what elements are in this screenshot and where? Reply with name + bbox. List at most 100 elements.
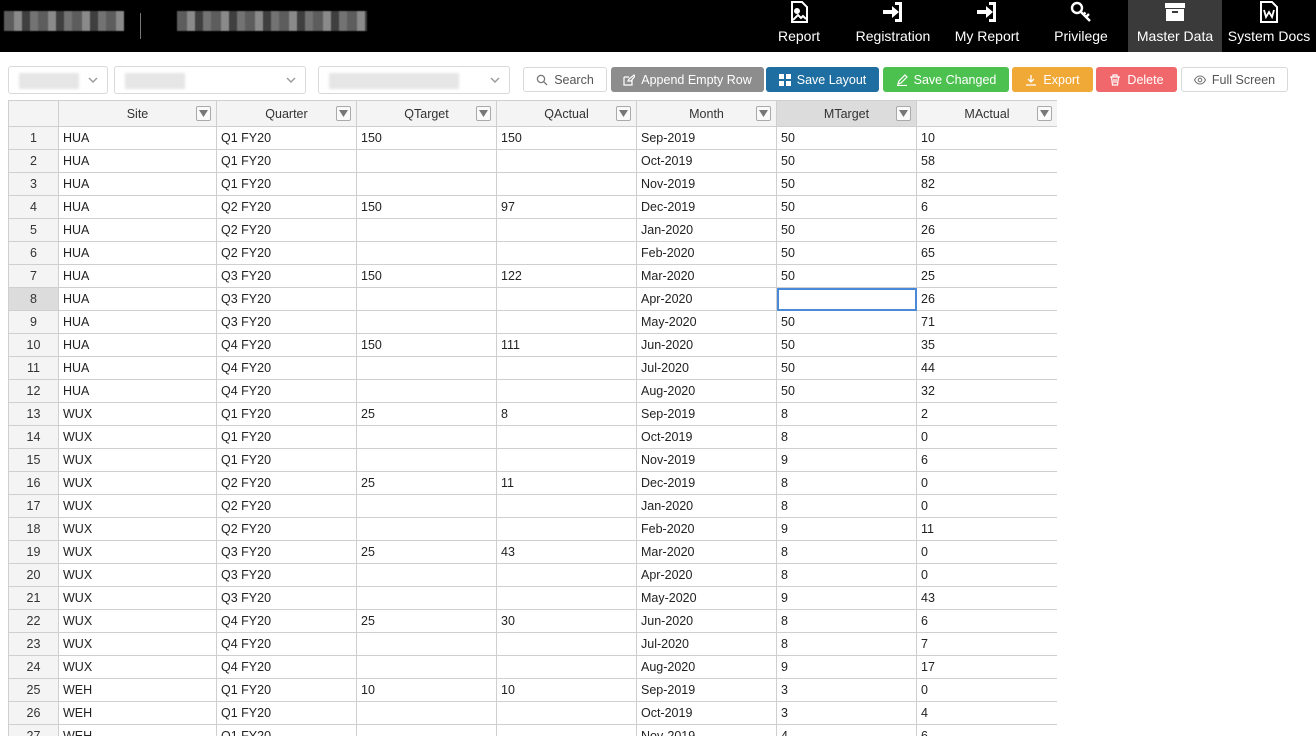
save-changed-button[interactable]: Save Changed [883, 67, 1009, 92]
row-number[interactable]: 7 [8, 264, 59, 288]
row-number[interactable]: 17 [8, 494, 59, 518]
cell-site[interactable]: HUA [58, 264, 217, 288]
cell-quarter[interactable]: Q3 FY20 [216, 586, 357, 610]
cell-quarter[interactable]: Q1 FY20 [216, 172, 357, 196]
table-row[interactable]: 24 WUX Q4 FY20 Aug-2020 9 17 [8, 655, 1057, 679]
cell-site[interactable]: HUA [58, 241, 217, 265]
cell-qtarget[interactable] [356, 586, 497, 610]
cell-month[interactable]: Jun-2020 [636, 333, 777, 357]
cell-month[interactable]: Apr-2020 [636, 563, 777, 587]
column-header-mtarget[interactable]: MTarget [776, 100, 917, 127]
cell-qactual[interactable]: 150 [496, 126, 637, 150]
cell-mtarget[interactable]: 9 [776, 655, 917, 679]
cell-mtarget[interactable]: 50 [776, 310, 917, 334]
filter-select-3[interactable] [318, 66, 510, 94]
cell-mtarget[interactable]: 8 [776, 471, 917, 495]
data-grid[interactable]: Site Quarter QTarget QActual Month MTarget MAc… [8, 100, 1057, 736]
column-header-month[interactable]: Month [636, 100, 777, 127]
cell-mtarget[interactable]: 8 [776, 540, 917, 564]
cell-qtarget[interactable] [356, 356, 497, 380]
nav-report[interactable]: Report [752, 0, 846, 52]
cell-qactual[interactable] [496, 632, 637, 656]
nav-master-data[interactable]: Master Data [1128, 0, 1222, 52]
cell-site[interactable]: WUX [58, 402, 217, 426]
cell-qactual[interactable] [496, 494, 637, 518]
cell-site[interactable]: WUX [58, 655, 217, 679]
cell-qactual[interactable] [496, 172, 637, 196]
cell-qactual[interactable] [496, 563, 637, 587]
cell-site[interactable]: WUX [58, 517, 217, 541]
cell-mtarget[interactable]: 8 [776, 563, 917, 587]
cell-site[interactable]: HUA [58, 218, 217, 242]
cell-mactual[interactable]: 32 [916, 379, 1057, 403]
cell-quarter[interactable]: Q2 FY20 [216, 517, 357, 541]
cell-quarter[interactable]: Q3 FY20 [216, 264, 357, 288]
cell-qtarget[interactable] [356, 287, 497, 311]
cell-qtarget[interactable]: 25 [356, 540, 497, 564]
cell-mactual[interactable]: 11 [916, 517, 1057, 541]
cell-mactual[interactable]: 35 [916, 333, 1057, 357]
cell-qtarget[interactable] [356, 448, 497, 472]
cell-qactual[interactable] [496, 425, 637, 449]
cell-qtarget[interactable]: 25 [356, 609, 497, 633]
table-row[interactable]: 4 HUA Q2 FY20 150 97 Dec-2019 50 6 [8, 195, 1057, 219]
cell-quarter[interactable]: Q3 FY20 [216, 540, 357, 564]
cell-site[interactable]: HUA [58, 149, 217, 173]
cell-site[interactable]: WUX [58, 425, 217, 449]
cell-site[interactable]: HUA [58, 287, 217, 311]
table-row[interactable]: 27 WEH Q1 FY20 Nov-2019 4 6 [8, 724, 1057, 736]
cell-qtarget[interactable] [356, 517, 497, 541]
cell-mactual[interactable]: 4 [916, 701, 1057, 725]
cell-mactual[interactable]: 0 [916, 494, 1057, 518]
cell-qactual[interactable] [496, 379, 637, 403]
cell-mactual[interactable]: 82 [916, 172, 1057, 196]
cell-mtarget[interactable]: 3 [776, 678, 917, 702]
cell-site[interactable]: HUA [58, 379, 217, 403]
cell-qtarget[interactable] [356, 310, 497, 334]
column-filter-button[interactable] [756, 106, 771, 121]
cell-quarter[interactable]: Q3 FY20 [216, 287, 357, 311]
cell-month[interactable]: Jan-2020 [636, 494, 777, 518]
cell-mtarget[interactable]: 3 [776, 701, 917, 725]
cell-qactual[interactable]: 122 [496, 264, 637, 288]
cell-month[interactable]: Jan-2020 [636, 218, 777, 242]
cell-qtarget[interactable] [356, 172, 497, 196]
column-filter-button[interactable] [476, 106, 491, 121]
cell-qactual[interactable] [496, 586, 637, 610]
cell-mtarget[interactable]: 8 [776, 402, 917, 426]
row-number[interactable]: 6 [8, 241, 59, 265]
table-row[interactable]: 20 WUX Q3 FY20 Apr-2020 8 0 [8, 563, 1057, 587]
cell-qtarget[interactable] [356, 241, 497, 265]
cell-mactual[interactable]: 71 [916, 310, 1057, 334]
cell-quarter[interactable]: Q3 FY20 [216, 310, 357, 334]
cell-mtarget[interactable]: 50 [776, 172, 917, 196]
table-row[interactable]: 13 WUX Q1 FY20 25 8 Sep-2019 8 2 [8, 402, 1057, 426]
cell-mactual[interactable]: 6 [916, 724, 1057, 736]
column-filter-button[interactable] [336, 106, 351, 121]
row-number[interactable]: 19 [8, 540, 59, 564]
cell-mactual[interactable]: 43 [916, 586, 1057, 610]
row-number[interactable]: 8 [8, 287, 59, 311]
cell-quarter[interactable]: Q4 FY20 [216, 333, 357, 357]
cell-mtarget[interactable]: 50 [776, 149, 917, 173]
table-row[interactable]: 22 WUX Q4 FY20 25 30 Jun-2020 8 6 [8, 609, 1057, 633]
cell-site[interactable]: WUX [58, 494, 217, 518]
cell-site[interactable]: HUA [58, 356, 217, 380]
cell-qactual[interactable] [496, 724, 637, 736]
cell-mtarget[interactable]: 8 [776, 632, 917, 656]
table-row[interactable]: 10 HUA Q4 FY20 150 111 Jun-2020 50 35 [8, 333, 1057, 357]
cell-month[interactable]: Sep-2019 [636, 402, 777, 426]
row-number[interactable]: 25 [8, 678, 59, 702]
cell-qtarget[interactable] [356, 218, 497, 242]
cell-mactual[interactable]: 17 [916, 655, 1057, 679]
row-number[interactable]: 11 [8, 356, 59, 380]
nav-my-report[interactable]: My Report [940, 0, 1034, 52]
cell-qtarget[interactable]: 150 [356, 264, 497, 288]
cell-mactual[interactable]: 10 [916, 126, 1057, 150]
row-number[interactable]: 14 [8, 425, 59, 449]
cell-quarter[interactable]: Q2 FY20 [216, 494, 357, 518]
cell-quarter[interactable]: Q4 FY20 [216, 632, 357, 656]
cell-qtarget[interactable] [356, 425, 497, 449]
save-layout-button[interactable]: Save Layout [766, 67, 879, 92]
cell-mactual[interactable]: 6 [916, 195, 1057, 219]
